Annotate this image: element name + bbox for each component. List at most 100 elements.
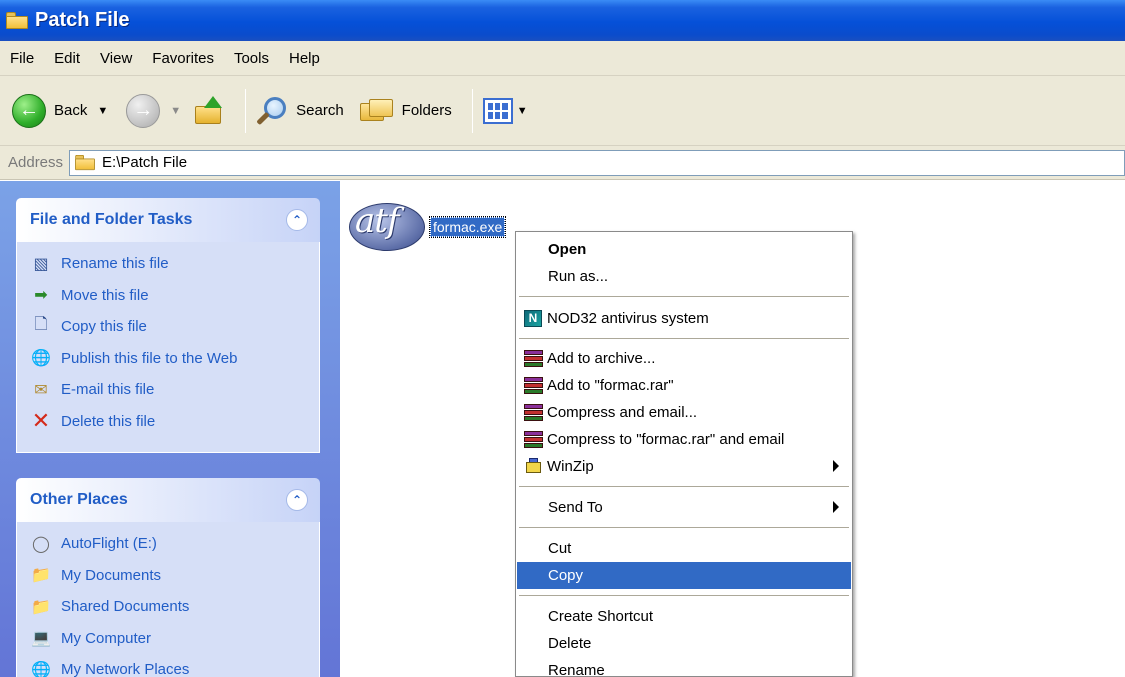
address-bar: Address E:\Patch File <box>0 146 1125 180</box>
menu-item-label: Compress to "formac.rar" and email <box>547 431 785 448</box>
menu-nod32[interactable]: N NOD32 antivirus system <box>517 305 851 332</box>
address-path: E:\Patch File <box>102 154 188 171</box>
collapse-chevron-icon[interactable]: ⌃ <box>286 489 308 511</box>
panel-title: Other Places <box>30 491 128 508</box>
menu-help[interactable]: Help <box>289 50 320 67</box>
menu-add-to-rar[interactable]: Add to "formac.rar" <box>517 372 851 399</box>
copy-icon: 🗋 <box>34 316 48 334</box>
menu-rename[interactable]: Rename <box>517 657 851 677</box>
toolbar-separator <box>471 88 473 133</box>
move-icon: ➡ <box>34 287 48 305</box>
menu-separator <box>519 527 849 528</box>
nod32-icon: N <box>524 310 543 328</box>
file-item-icon[interactable]: atf <box>349 197 427 255</box>
search-button[interactable]: Search <box>256 95 344 127</box>
winrar-icon <box>524 431 543 449</box>
folders-label: Folders <box>401 102 452 119</box>
views-dropdown-icon: ▼ <box>516 104 528 117</box>
menu-item-label: Open <box>548 241 587 258</box>
file-folder-tasks-panel: File and Folder Tasks ⌃ ▧ Rename this fi… <box>16 198 320 453</box>
menu-copy[interactable]: Copy <box>517 562 851 589</box>
menu-bar: File Edit View Favorites Tools Help <box>0 41 1125 76</box>
menu-compress-email[interactable]: Compress and email... <box>517 399 851 426</box>
menu-item-label: Copy <box>548 567 584 584</box>
search-icon <box>256 95 288 127</box>
back-dropdown-icon[interactable]: ▼ <box>97 105 108 117</box>
menu-add-to-archive[interactable]: Add to archive... <box>517 345 851 372</box>
menu-create-shortcut[interactable]: Create Shortcut <box>517 603 851 630</box>
task-delete-file[interactable]: ✕ Delete this file <box>31 406 319 438</box>
task-copy-file[interactable]: 🗋 Copy this file <box>31 311 319 343</box>
file-folder-tasks-header[interactable]: File and Folder Tasks ⌃ <box>16 198 320 242</box>
menu-file[interactable]: File <box>10 50 34 67</box>
place-my-documents[interactable]: 📁 My Documents <box>31 560 319 592</box>
shared-folder-icon: 📁 <box>31 598 51 616</box>
menu-delete[interactable]: Delete <box>517 630 851 657</box>
up-folder-button[interactable] <box>195 95 225 126</box>
place-label: My Network Places <box>61 661 190 677</box>
rename-icon: ▧ <box>33 255 49 273</box>
menu-separator <box>519 486 849 487</box>
window-title: Patch File <box>35 9 130 31</box>
menu-send-to[interactable]: Send To <box>517 494 851 521</box>
toolbar: ← Back ▼ → ▼ Search Folders ▼ <box>0 76 1125 146</box>
up-folder-icon <box>195 95 225 126</box>
menu-favorites[interactable]: Favorites <box>152 50 214 67</box>
icon-text: atf <box>355 201 400 241</box>
drive-icon: ◯ <box>32 535 50 553</box>
forward-arrow-icon: → <box>126 93 161 128</box>
forward-dropdown-icon[interactable]: ▼ <box>170 105 181 117</box>
menu-cut[interactable]: Cut <box>517 535 851 562</box>
globe-icon: 🌐 <box>31 350 51 368</box>
title-bar[interactable]: Patch File <box>0 0 1125 41</box>
forward-button[interactable]: → ▼ <box>126 93 181 128</box>
views-button[interactable]: ▼ <box>482 97 528 124</box>
address-field[interactable]: E:\Patch File <box>69 149 1125 176</box>
other-places-header[interactable]: Other Places ⌃ <box>16 478 320 522</box>
menu-separator <box>519 595 849 596</box>
my-computer-icon: 💻 <box>31 630 51 648</box>
place-label: My Documents <box>61 566 162 584</box>
menu-edit[interactable]: Edit <box>54 50 80 67</box>
winrar-icon <box>524 404 543 422</box>
task-move-file[interactable]: ➡ Move this file <box>31 280 319 312</box>
menu-run-as[interactable]: Run as... <box>517 263 851 290</box>
task-publish-web[interactable]: 🌐 Publish this file to the Web <box>31 343 319 375</box>
search-label: Search <box>296 102 344 119</box>
delete-x-icon: ✕ <box>31 408 51 434</box>
collapse-chevron-icon[interactable]: ⌃ <box>286 209 308 231</box>
menu-item-label: Cut <box>548 540 572 557</box>
menu-winzip[interactable]: WinZip <box>517 453 851 480</box>
menu-item-label: Delete <box>548 635 592 652</box>
task-label: Rename this file <box>61 255 169 273</box>
menu-item-label: Rename <box>548 662 605 677</box>
back-arrow-icon: ← <box>12 93 46 128</box>
task-label: Publish this file to the Web <box>61 349 238 367</box>
context-menu: Open Run as... N NOD32 antivirus system … <box>515 231 853 677</box>
task-email-file[interactable]: ✉ E-mail this file <box>31 374 319 406</box>
menu-open[interactable]: Open <box>517 236 851 263</box>
toolbar-separator <box>245 88 247 133</box>
task-label: Copy this file <box>61 318 147 336</box>
place-autoflight-drive[interactable]: ◯ AutoFlight (E:) <box>31 528 319 560</box>
task-rename-file[interactable]: ▧ Rename this file <box>31 248 319 280</box>
back-button[interactable]: ← Back ▼ <box>12 93 108 128</box>
menu-item-label: Create Shortcut <box>548 608 654 625</box>
menu-view[interactable]: View <box>100 50 132 67</box>
submenu-arrow-icon <box>833 501 839 513</box>
folders-button[interactable]: Folders <box>359 97 452 125</box>
place-shared-documents[interactable]: 📁 Shared Documents <box>31 591 319 623</box>
menu-separator <box>519 338 849 339</box>
menu-item-label: NOD32 antivirus system <box>547 310 709 327</box>
place-my-computer[interactable]: 💻 My Computer <box>31 623 319 655</box>
file-item-label[interactable]: formac.exe <box>428 216 507 238</box>
folders-icon <box>359 97 394 125</box>
menu-tools[interactable]: Tools <box>234 50 269 67</box>
task-pane: File and Folder Tasks ⌃ ▧ Rename this fi… <box>0 181 340 677</box>
address-label: Address <box>8 154 64 171</box>
place-my-network-places[interactable]: 🌐 My Network Places <box>31 654 319 677</box>
menu-item-label: WinZip <box>547 458 594 475</box>
network-places-icon: 🌐 <box>31 661 51 677</box>
place-label: AutoFlight (E:) <box>61 535 157 553</box>
menu-compress-to-rar-email[interactable]: Compress to "formac.rar" and email <box>517 426 851 453</box>
